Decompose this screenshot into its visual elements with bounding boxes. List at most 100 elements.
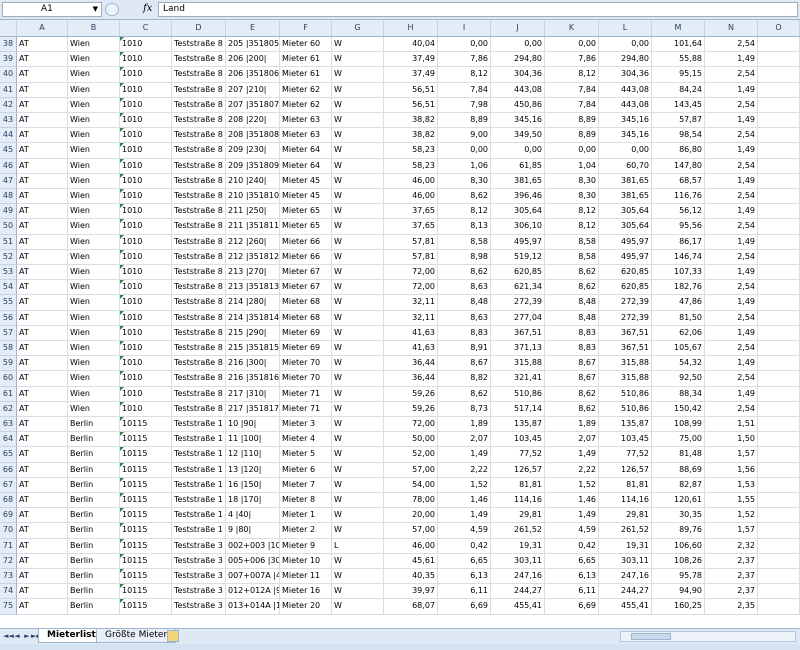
cell-c[interactable]: 10115 (120, 417, 172, 433)
cell-e[interactable]: 210 |351810| (226, 189, 280, 205)
cell-i[interactable]: 9,00 (438, 128, 491, 144)
cell-a[interactable]: AT (17, 265, 68, 281)
tab-groesste-mieter[interactable]: Größte Mieter (96, 629, 177, 643)
cell-k[interactable]: 8,67 (545, 371, 599, 387)
cell-h[interactable]: 38,82 (384, 113, 438, 129)
cell-j[interactable]: 261,52 (491, 523, 545, 539)
cell-g[interactable]: W (332, 52, 384, 68)
cell-f[interactable]: Mieter 67 (280, 265, 332, 281)
cell-m[interactable]: 116,76 (652, 189, 705, 205)
cell-a[interactable]: AT (17, 401, 68, 417)
cell-j[interactable]: 126,57 (491, 462, 545, 478)
cell-h[interactable]: 56,51 (384, 97, 438, 113)
cell-o[interactable] (758, 462, 800, 478)
cell-m[interactable]: 108,26 (652, 553, 705, 569)
cell-m[interactable]: 98,54 (652, 128, 705, 144)
cell-l[interactable]: 315,88 (599, 356, 652, 372)
cell-m[interactable]: 54,32 (652, 356, 705, 372)
worksheet-grid[interactable]: 38 AT Wien 1010 Teststraße 8 205 |351805| Miet… (0, 37, 800, 628)
cell-o[interactable] (758, 280, 800, 296)
cell-m[interactable]: 105,67 (652, 341, 705, 357)
cell-j[interactable]: 315,88 (491, 356, 545, 372)
cell-f[interactable]: Mieter 69 (280, 325, 332, 341)
cell-e[interactable]: 012+012A |90| (226, 584, 280, 600)
cell-l[interactable]: 620,85 (599, 265, 652, 281)
cell-f[interactable]: Mieter 63 (280, 128, 332, 144)
cell-b[interactable]: Wien (68, 249, 120, 265)
cell-e[interactable]: 007+007A |40| (226, 569, 280, 585)
cell-l[interactable]: 305,64 (599, 219, 652, 235)
cell-a[interactable]: AT (17, 477, 68, 493)
cell-j[interactable]: 135,87 (491, 417, 545, 433)
cell-b[interactable]: Wien (68, 97, 120, 113)
cell-i[interactable]: 8,13 (438, 219, 491, 235)
cell-g[interactable]: W (332, 325, 384, 341)
cell-e[interactable]: 013+014A |100| (226, 599, 280, 615)
cell-i[interactable]: 8,98 (438, 249, 491, 265)
cell-m[interactable]: 101,64 (652, 37, 705, 53)
cell-h[interactable]: 78,00 (384, 493, 438, 509)
cell-a[interactable]: AT (17, 447, 68, 463)
cell-d[interactable]: Teststraße 8 (172, 204, 226, 220)
cell-o[interactable] (758, 189, 800, 205)
cell-n[interactable]: 1,50 (705, 432, 758, 448)
cell-b[interactable]: Wien (68, 67, 120, 83)
cell-i[interactable]: 6,65 (438, 553, 491, 569)
row-header[interactable]: 42 (0, 97, 17, 113)
cell-h[interactable]: 46,00 (384, 173, 438, 189)
cell-g[interactable]: W (332, 158, 384, 174)
cell-h[interactable]: 37,65 (384, 219, 438, 235)
cell-e[interactable]: 4 |40| (226, 508, 280, 524)
cell-k[interactable]: 8,30 (545, 173, 599, 189)
cell-a[interactable]: AT (17, 417, 68, 433)
cell-k[interactable]: 6,11 (545, 584, 599, 600)
cell-b[interactable]: Wien (68, 265, 120, 281)
cell-b[interactable]: Berlin (68, 417, 120, 433)
cell-d[interactable]: Teststraße 8 (172, 401, 226, 417)
row-header[interactable]: 55 (0, 295, 17, 311)
cell-n[interactable]: 1,53 (705, 477, 758, 493)
cell-o[interactable] (758, 553, 800, 569)
cell-f[interactable]: Mieter 68 (280, 295, 332, 311)
cell-j[interactable]: 272,39 (491, 295, 545, 311)
cell-i[interactable]: 2,22 (438, 462, 491, 478)
cell-e[interactable]: 13 |120| (226, 462, 280, 478)
cell-d[interactable]: Teststraße 3 (172, 569, 226, 585)
cell-j[interactable]: 303,11 (491, 553, 545, 569)
column-header-h[interactable]: H (384, 20, 438, 36)
first-sheet-icon[interactable]: ◄◄ (3, 631, 14, 641)
cell-c[interactable]: 1010 (120, 97, 172, 113)
cell-m[interactable]: 160,25 (652, 599, 705, 615)
cell-l[interactable]: 367,51 (599, 325, 652, 341)
cell-a[interactable]: AT (17, 508, 68, 524)
cell-b[interactable]: Wien (68, 280, 120, 296)
cell-h[interactable]: 72,00 (384, 265, 438, 281)
row-header[interactable]: 56 (0, 310, 17, 326)
cell-d[interactable]: Teststraße 8 (172, 37, 226, 53)
cell-f[interactable]: Mieter 61 (280, 52, 332, 68)
cell-o[interactable] (758, 37, 800, 53)
cell-g[interactable]: W (332, 493, 384, 509)
cell-k[interactable]: 8,48 (545, 295, 599, 311)
row-header[interactable]: 43 (0, 113, 17, 129)
cell-d[interactable]: Teststraße 1 (172, 447, 226, 463)
cell-d[interactable]: Teststraße 8 (172, 265, 226, 281)
cell-c[interactable]: 1010 (120, 249, 172, 265)
cell-l[interactable]: 0,00 (599, 143, 652, 159)
cell-j[interactable]: 519,12 (491, 249, 545, 265)
cell-k[interactable]: 8,58 (545, 249, 599, 265)
cell-l[interactable]: 272,39 (599, 310, 652, 326)
cell-m[interactable]: 57,87 (652, 113, 705, 129)
cell-j[interactable]: 304,36 (491, 67, 545, 83)
column-header-f[interactable]: F (280, 20, 332, 36)
row-header[interactable]: 47 (0, 173, 17, 189)
cell-n[interactable]: 2,35 (705, 599, 758, 615)
cell-k[interactable]: 2,22 (545, 462, 599, 478)
cell-h[interactable]: 57,81 (384, 234, 438, 250)
cell-c[interactable]: 1010 (120, 341, 172, 357)
row-header[interactable]: 65 (0, 447, 17, 463)
cell-d[interactable]: Teststraße 8 (172, 386, 226, 402)
cell-m[interactable]: 182,76 (652, 280, 705, 296)
cell-j[interactable]: 371,13 (491, 341, 545, 357)
cell-e[interactable]: 210 |240| (226, 173, 280, 189)
